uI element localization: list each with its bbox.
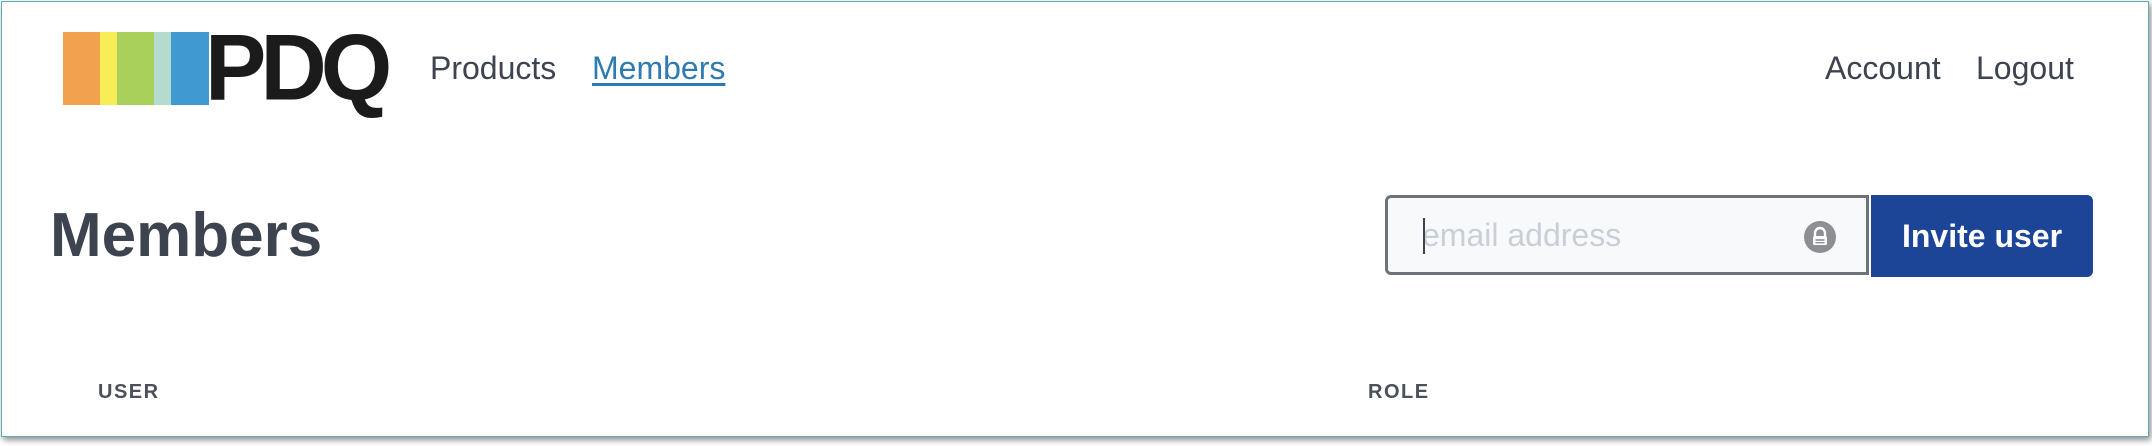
column-header-user[interactable]: USER xyxy=(98,380,160,404)
email-field-container[interactable] xyxy=(1385,195,1869,275)
nav-members[interactable]: Members xyxy=(592,48,725,88)
pdq-logo[interactable]: PDQ xyxy=(63,15,392,121)
nav-logout[interactable]: Logout xyxy=(1976,48,2074,88)
logo-stripe-green xyxy=(117,32,154,105)
email-input[interactable] xyxy=(1422,216,1802,254)
logo-stripe-yellow xyxy=(100,32,117,105)
column-header-role[interactable]: ROLE xyxy=(1368,380,1430,404)
nav-account[interactable]: Account xyxy=(1825,48,1941,88)
page-title: Members xyxy=(50,201,323,270)
logo-stripe-blue xyxy=(171,32,209,105)
logo-stripe-mint xyxy=(154,32,171,105)
invite-user-button[interactable]: Invite user xyxy=(1871,195,2093,277)
logo-text: PDQ xyxy=(205,15,392,121)
password-manager-icon[interactable] xyxy=(1804,221,1836,253)
app-window: PDQ Products Members Account Logout Memb… xyxy=(1,1,2149,437)
text-cursor xyxy=(1423,218,1425,254)
logo-stripe-orange xyxy=(63,32,100,105)
nav-products[interactable]: Products xyxy=(430,48,556,88)
